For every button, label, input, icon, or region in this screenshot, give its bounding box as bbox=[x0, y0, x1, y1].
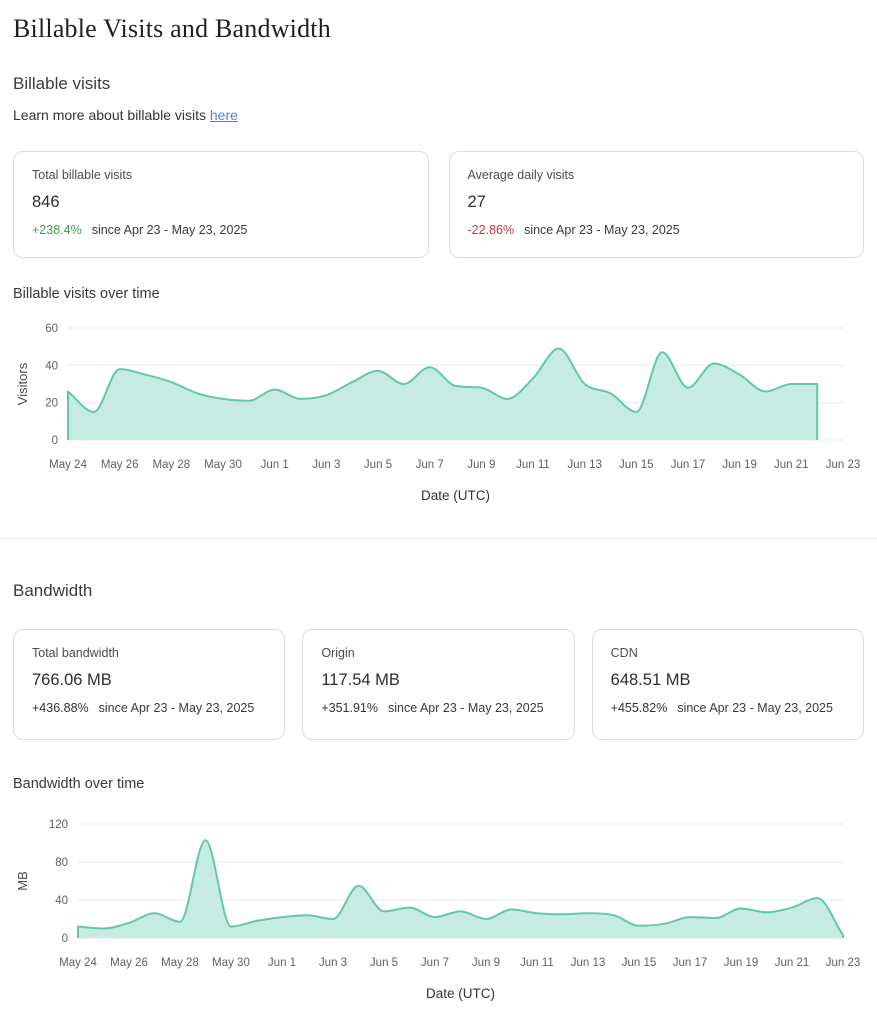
area-fill bbox=[78, 840, 843, 938]
svg-text:Jun 7: Jun 7 bbox=[416, 459, 444, 471]
card-label: Total bandwidth bbox=[32, 646, 266, 660]
y-axis-title: Visitors bbox=[15, 362, 30, 405]
svg-text:80: 80 bbox=[55, 857, 68, 869]
card-delta: +455.82% since Apr 23 - May 23, 2025 bbox=[611, 701, 845, 715]
svg-text:Jun 11: Jun 11 bbox=[516, 459, 550, 471]
average-daily-visits-card: Average daily visits 27 -22.86% since Apr… bbox=[449, 151, 865, 258]
delta-percent: +238.4% bbox=[32, 223, 82, 237]
svg-text:Jun 13: Jun 13 bbox=[567, 459, 602, 471]
svg-text:Jun 17: Jun 17 bbox=[673, 957, 708, 969]
learn-more-link[interactable]: here bbox=[210, 107, 238, 123]
card-value: 846 bbox=[32, 193, 410, 212]
svg-text:40: 40 bbox=[45, 360, 58, 372]
svg-text:Jun 15: Jun 15 bbox=[622, 957, 657, 969]
total-billable-visits-card: Total billable visits 846 +238.4% since A… bbox=[13, 151, 429, 258]
svg-text:Jun 21: Jun 21 bbox=[774, 459, 809, 471]
svg-text:Jun 3: Jun 3 bbox=[319, 957, 347, 969]
learn-more-text: Learn more about billable visits here bbox=[13, 107, 864, 123]
cdn-bandwidth-card: CDN 648.51 MB +455.82% since Apr 23 - May… bbox=[592, 629, 864, 740]
svg-text:Jun 1: Jun 1 bbox=[261, 459, 289, 471]
learn-more-prefix: Learn more about billable visits bbox=[13, 107, 210, 123]
svg-text:May 28: May 28 bbox=[152, 459, 190, 471]
billable-visits-chart: 0 20 40 60 May 24 May 26 May 28 May 30 Jun 1 Jun … bbox=[13, 316, 864, 512]
svg-text:May 28: May 28 bbox=[161, 957, 199, 969]
delta-percent: +455.82% bbox=[611, 701, 668, 715]
delta-range: since Apr 23 - May 23, 2025 bbox=[92, 223, 248, 237]
svg-text:Jun 5: Jun 5 bbox=[364, 459, 392, 471]
svg-text:0: 0 bbox=[62, 933, 68, 945]
visits-chart-title: Billable visits over time bbox=[13, 286, 864, 302]
card-delta: +238.4% since Apr 23 - May 23, 2025 bbox=[32, 223, 410, 237]
svg-text:Jun 7: Jun 7 bbox=[421, 957, 449, 969]
svg-text:Jun 1: Jun 1 bbox=[268, 957, 296, 969]
svg-text:Jun 21: Jun 21 bbox=[775, 957, 810, 969]
visits-cards-row: Total billable visits 846 +238.4% since A… bbox=[13, 151, 864, 258]
dashboard-page: Billable Visits and Bandwidth Billable v… bbox=[0, 14, 877, 1028]
svg-text:Jun 23: Jun 23 bbox=[826, 459, 861, 471]
card-delta: +436.88% since Apr 23 - May 23, 2025 bbox=[32, 701, 266, 715]
svg-text:0: 0 bbox=[52, 435, 58, 447]
svg-text:Jun 11: Jun 11 bbox=[520, 957, 554, 969]
svg-text:Jun 9: Jun 9 bbox=[467, 459, 495, 471]
card-label: Total billable visits bbox=[32, 168, 410, 182]
card-delta: -22.86% since Apr 23 - May 23, 2025 bbox=[468, 223, 846, 237]
svg-text:May 30: May 30 bbox=[212, 957, 250, 969]
section-divider bbox=[0, 538, 877, 539]
delta-percent: +351.91% bbox=[321, 701, 378, 715]
svg-text:40: 40 bbox=[55, 895, 68, 907]
y-tick-labels: 0 20 40 60 bbox=[45, 323, 58, 447]
svg-text:May 26: May 26 bbox=[110, 957, 148, 969]
bandwidth-cards-row: Total bandwidth 766.06 MB +436.88% since … bbox=[13, 629, 864, 740]
card-label: Average daily visits bbox=[468, 168, 846, 182]
bandwidth-chart-title: Bandwidth over time bbox=[13, 776, 864, 792]
card-value: 648.51 MB bbox=[611, 671, 845, 690]
total-bandwidth-card: Total bandwidth 766.06 MB +436.88% since … bbox=[13, 629, 285, 740]
svg-text:Jun 9: Jun 9 bbox=[472, 957, 500, 969]
delta-percent: -22.86% bbox=[468, 223, 515, 237]
bandwidth-chart: 0 40 80 120 May 24 May 26 May 28 May 30 Jun 1 Jun… bbox=[13, 806, 864, 1008]
svg-text:Jun 17: Jun 17 bbox=[671, 459, 706, 471]
svg-text:Jun 19: Jun 19 bbox=[722, 459, 757, 471]
area-fill bbox=[68, 349, 817, 441]
page-title: Billable Visits and Bandwidth bbox=[13, 14, 864, 44]
x-tick-labels: May 24 May 26 May 28 May 30 Jun 1 Jun 3 Jun 5 J… bbox=[59, 957, 860, 969]
card-value: 766.06 MB bbox=[32, 671, 266, 690]
svg-text:Jun 3: Jun 3 bbox=[312, 459, 340, 471]
svg-text:Jun 19: Jun 19 bbox=[724, 957, 759, 969]
bandwidth-heading: Bandwidth bbox=[13, 581, 864, 601]
svg-text:Jun 23: Jun 23 bbox=[826, 957, 861, 969]
svg-text:Jun 13: Jun 13 bbox=[571, 957, 606, 969]
svg-text:May 26: May 26 bbox=[101, 459, 139, 471]
svg-text:120: 120 bbox=[49, 819, 68, 831]
svg-text:May 24: May 24 bbox=[49, 459, 87, 471]
delta-range: since Apr 23 - May 23, 2025 bbox=[388, 701, 544, 715]
y-axis-title: MB bbox=[15, 871, 30, 891]
x-axis-title: Date (UTC) bbox=[421, 488, 490, 503]
card-value: 27 bbox=[468, 193, 846, 212]
card-label: Origin bbox=[321, 646, 555, 660]
svg-text:20: 20 bbox=[45, 398, 58, 410]
x-tick-labels: May 24 May 26 May 28 May 30 Jun 1 Jun 3 Jun 5 J… bbox=[49, 459, 860, 471]
y-tick-labels: 0 40 80 120 bbox=[49, 819, 68, 945]
card-delta: +351.91% since Apr 23 - May 23, 2025 bbox=[321, 701, 555, 715]
svg-text:May 24: May 24 bbox=[59, 957, 97, 969]
delta-percent: +436.88% bbox=[32, 701, 89, 715]
delta-range: since Apr 23 - May 23, 2025 bbox=[99, 701, 255, 715]
billable-visits-heading: Billable visits bbox=[13, 74, 864, 94]
svg-text:60: 60 bbox=[45, 323, 58, 335]
svg-text:May 30: May 30 bbox=[204, 459, 242, 471]
card-value: 117.54 MB bbox=[321, 671, 555, 690]
card-label: CDN bbox=[611, 646, 845, 660]
svg-text:Jun 5: Jun 5 bbox=[370, 957, 398, 969]
delta-range: since Apr 23 - May 23, 2025 bbox=[677, 701, 833, 715]
origin-bandwidth-card: Origin 117.54 MB +351.91% since Apr 23 - … bbox=[302, 629, 574, 740]
x-axis-title: Date (UTC) bbox=[426, 986, 495, 1001]
delta-range: since Apr 23 - May 23, 2025 bbox=[524, 223, 680, 237]
svg-text:Jun 15: Jun 15 bbox=[619, 459, 654, 471]
